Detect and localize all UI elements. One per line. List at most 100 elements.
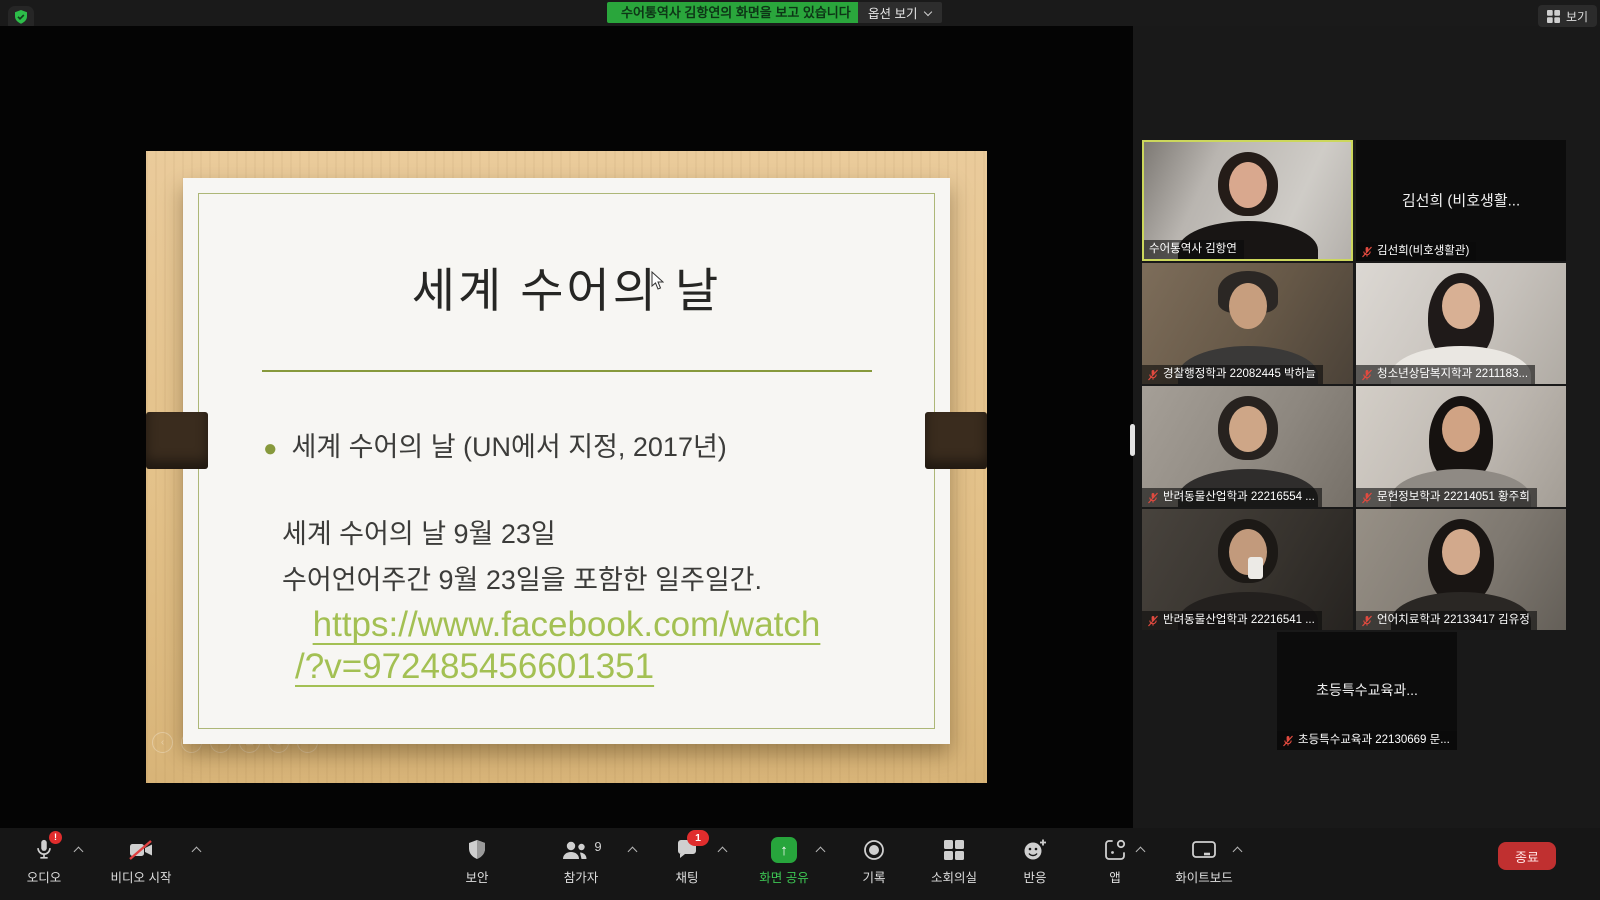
share-screen-icon: ↑	[771, 836, 797, 864]
participant-tile[interactable]: 문헌정보학과 22214051 황주희	[1356, 386, 1566, 507]
person-face	[1442, 529, 1480, 575]
participant-name-label: 반려동물산업학과 22216541 ...	[1142, 611, 1322, 630]
whiteboard-icon	[1191, 836, 1217, 864]
breakout-rooms-button[interactable]: 소회의실	[918, 836, 990, 886]
title-divider	[262, 370, 872, 372]
breakout-rooms-icon	[942, 836, 966, 864]
slide: 세계 수어의 날 ●세계 수어의 날 (UN에서 지정, 2017년) 세계 수…	[183, 178, 950, 744]
participant-name-label: 문헌정보학과 22214051 황주희	[1356, 488, 1537, 507]
participant-tile[interactable]: 초등특수교육과... 초등특수교육과 22130669 문...	[1277, 632, 1457, 750]
cup	[1248, 557, 1263, 579]
start-video-label: 비디오 시작	[111, 867, 172, 886]
whiteboard-button[interactable]: 화이트보드	[1160, 836, 1248, 886]
slide-link-line2[interactable]: /?v=972485456601351	[295, 647, 654, 687]
chat-button[interactable]: 1 채팅	[659, 836, 715, 886]
muted-mic-icon	[1361, 492, 1373, 504]
participant-tile[interactable]: 반려동물산업학과 22216554 ...	[1142, 386, 1353, 507]
meeting-toolbar: ! 오디오 비디오 시작 보안 9 참가자	[0, 828, 1600, 900]
participant-name-label: 초등특수교육과 22130669 문...	[1277, 731, 1457, 750]
slide-title: 세계 수어의 날	[183, 252, 950, 321]
participant-tile[interactable]: 수어통역사 김항연	[1142, 140, 1353, 261]
participant-name-text: 언어치료학과 22133417 김유정	[1377, 611, 1530, 630]
mouse-cursor	[651, 271, 664, 295]
participant-name-text: 김선희(비호생활관)	[1377, 242, 1469, 261]
slide-bullet-line: ●세계 수어의 날 (UN에서 지정, 2017년)	[263, 425, 727, 464]
participants-chevron[interactable]	[626, 846, 638, 856]
participant-name-text: 반려동물산업학과 22216541 ...	[1163, 611, 1315, 630]
participant-name-label: 언어치료학과 22133417 김유정	[1356, 611, 1537, 630]
video-options-chevron[interactable]	[190, 846, 202, 856]
audio-alert-badge: !	[49, 831, 62, 844]
whiteboard-label: 화이트보드	[1175, 867, 1233, 886]
participant-name-label: 청소년상담복지학과 2211183...	[1356, 365, 1535, 384]
apps-button[interactable]: 앱	[1091, 836, 1139, 886]
panel-resize-handle[interactable]	[1130, 424, 1135, 456]
participant-tile[interactable]: 청소년상담복지학과 2211183...	[1356, 263, 1566, 384]
muted-mic-icon	[1147, 615, 1159, 627]
participant-display-name: 초등특수교육과...	[1277, 680, 1457, 700]
participant-name-text: 문헌정보학과 22214051 황주희	[1377, 488, 1530, 507]
end-meeting-label: 종료	[1515, 847, 1539, 866]
shared-screen-region: 세계 수어의 날 ●세계 수어의 날 (UN에서 지정, 2017년) 세계 수…	[0, 26, 1133, 828]
gallery-view-icon	[1547, 10, 1560, 23]
record-label: 기록	[862, 867, 885, 886]
share-chevron[interactable]	[814, 846, 826, 856]
participant-name-text: 수어통역사 김항연	[1149, 240, 1237, 259]
muted-mic-icon	[1361, 246, 1373, 258]
audio-button[interactable]: ! 오디오	[16, 836, 72, 886]
participant-tile[interactable]: 언어치료학과 22133417 김유정	[1356, 509, 1566, 630]
zoom-meeting-window: 수어통역사 김항연의 화면을 보고 있습니다 옵션 보기 보기 세계 수어의 날…	[0, 0, 1600, 900]
participant-name-text: 초등특수교육과 22130669 문...	[1298, 731, 1450, 750]
chat-unread-badge: 1	[687, 830, 709, 846]
prev-slide-button[interactable]: ‹	[152, 732, 173, 753]
apps-icon	[1103, 836, 1127, 864]
participant-name-label: 수어통역사 김항연	[1144, 240, 1244, 259]
slide-link-line1[interactable]: https://www.facebook.com/watch	[183, 605, 950, 645]
record-button[interactable]: 기록	[846, 836, 902, 886]
camera-off-icon	[128, 836, 154, 864]
end-meeting-button[interactable]: 종료	[1498, 842, 1556, 870]
participants-button[interactable]: 9 참가자	[542, 836, 620, 886]
participant-display-name: 김선희 (비호생활...	[1356, 189, 1566, 210]
start-video-button[interactable]: 비디오 시작	[96, 836, 186, 886]
apps-chevron[interactable]	[1134, 846, 1146, 856]
slide-text-line2: 수어언어주간 9월 23일을 포함한 일주일간.	[282, 558, 762, 597]
participant-tile[interactable]: 김선희 (비호생활... 김선희(비호생활관)	[1356, 140, 1566, 261]
participant-name-text: 청소년상담복지학과 2211183...	[1377, 365, 1528, 384]
security-button[interactable]: 보안	[449, 836, 505, 886]
whiteboard-chevron[interactable]	[1231, 846, 1243, 856]
apps-label: 앱	[1109, 867, 1121, 886]
participant-tile[interactable]: 경찰행정학과 22082445 박하늘	[1142, 263, 1353, 384]
audio-options-chevron[interactable]	[72, 846, 84, 856]
view-options-button[interactable]: 옵션 보기	[858, 2, 942, 23]
person-face	[1229, 283, 1267, 329]
participant-name-text: 반려동물산업학과 22216554 ...	[1163, 488, 1315, 507]
person-face	[1442, 406, 1480, 452]
security-label: 보안	[465, 867, 488, 886]
view-button-label: 보기	[1566, 8, 1588, 25]
reactions-button[interactable]: 반응	[1007, 836, 1063, 886]
chat-label: 채팅	[675, 867, 698, 886]
participants-icon: 9	[560, 836, 601, 864]
person-face	[1229, 406, 1267, 452]
view-button[interactable]: 보기	[1538, 5, 1597, 27]
participant-name-label: 김선희(비호생활관)	[1356, 242, 1476, 261]
person-face	[1229, 162, 1267, 208]
participants-count: 9	[594, 839, 601, 854]
slide-bullet-text: 세계 수어의 날 (UN에서 지정, 2017년)	[292, 432, 727, 462]
participant-name-label: 경찰행정학과 22082445 박하늘	[1142, 365, 1323, 384]
chat-chevron[interactable]	[716, 846, 728, 856]
reactions-icon	[1022, 836, 1048, 864]
audio-label: 오디오	[27, 867, 62, 886]
share-screen-button[interactable]: ↑ 화면 공유	[744, 836, 824, 886]
up-arrow-icon: ↑	[780, 842, 788, 859]
breakout-rooms-label: 소회의실	[931, 867, 977, 886]
microphone-icon: !	[33, 836, 55, 864]
participant-tile[interactable]: 반려동물산업학과 22216541 ...	[1142, 509, 1353, 630]
muted-mic-icon	[1282, 735, 1294, 747]
prev-icon: ‹	[161, 737, 164, 748]
security-icon	[466, 836, 488, 864]
view-options-label: 옵션 보기	[868, 3, 917, 22]
screen-share-banner: 수어통역사 김항연의 화면을 보고 있습니다	[607, 2, 865, 23]
chevron-down-icon	[924, 9, 932, 17]
